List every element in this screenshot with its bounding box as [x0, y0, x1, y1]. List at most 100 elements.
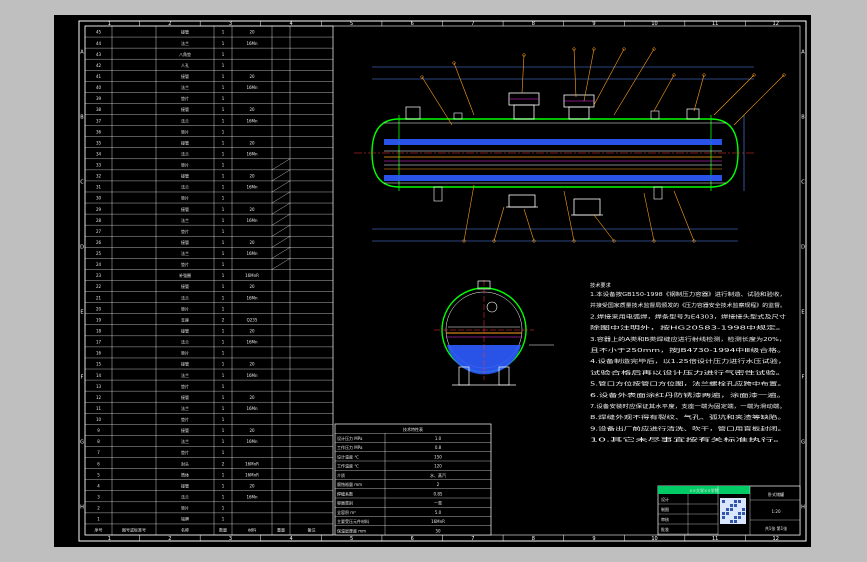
bom-cell: 1 — [222, 218, 225, 223]
bom-cell: 45 — [96, 30, 102, 35]
bom-cell: 1 — [222, 494, 225, 499]
bom-cell: 1 — [222, 41, 225, 46]
bom-cell: 22 — [96, 284, 102, 289]
spec-title: 技术特性表 — [403, 426, 423, 432]
bom-cell: 16Mn — [246, 185, 258, 190]
leader-line — [643, 192, 655, 242]
bom-cell: 20 — [249, 284, 255, 289]
bom-cell: 1 — [222, 450, 225, 455]
bom-cell: 1 — [222, 406, 225, 411]
bom-cell: 23 — [96, 273, 102, 278]
zone-col-label: 11 — [712, 21, 718, 27]
zone-row-label: A — [80, 50, 84, 56]
zone-row-label: A — [801, 50, 805, 56]
bom-cell: 20 — [249, 329, 255, 334]
bom-cell: 36 — [96, 129, 102, 134]
bom-cell: 接管 — [181, 73, 189, 79]
manhole-nozzle-2 — [563, 94, 595, 120]
zone-col-label: 12 — [773, 21, 779, 27]
bom-cell: 20 — [249, 395, 255, 400]
bom-cell: 16Mn — [246, 151, 258, 156]
zone-row-label: C — [80, 180, 84, 186]
bom-cell: 20 — [249, 74, 255, 79]
bom-cell: 28 — [96, 218, 102, 223]
bom-cell: 人孔 — [181, 62, 189, 68]
leader-line — [573, 48, 577, 98]
bom-cell: 8 — [97, 439, 100, 444]
notes-line: 试验合格后再以设计压力进行气密性试验。 — [590, 368, 786, 376]
bom-cell: 20 — [249, 207, 255, 212]
title-block-role: 审核 — [661, 516, 669, 522]
bom-cell: 接管 — [181, 361, 189, 367]
leader-line — [713, 74, 755, 116]
bom-cell: 16Mn — [246, 118, 258, 123]
bom-cell: 1 — [222, 174, 225, 179]
zone-col-label: 7 — [471, 536, 474, 542]
bom-cell: 1 — [222, 384, 225, 389]
zone-col-label: 6 — [411, 21, 414, 27]
leader-line — [653, 74, 675, 112]
bom-cell: 16Mn — [246, 251, 258, 256]
bom-cell: 20 — [249, 240, 255, 245]
bom-cell: 1 — [222, 185, 225, 190]
title-block: ××大学××学院设计制图审核批准 卧式储罐 1:20 共1张 第1张 — [657, 485, 801, 536]
bom-cell: 10 — [96, 417, 102, 422]
bom-cell: 20 — [249, 362, 255, 367]
bom-cell: 2 — [222, 317, 225, 322]
bom-cell: 补强圈 — [179, 272, 191, 278]
spec-value: 120 — [434, 464, 442, 469]
bom-cell: 30 — [96, 196, 102, 201]
bom-cell: 44 — [96, 41, 102, 46]
zone-col-label: 11 — [712, 536, 718, 542]
zone-col-label: 1 — [108, 536, 111, 542]
bom-cell: 20 — [249, 428, 255, 433]
leader-line — [673, 190, 695, 242]
bom-cell: 法兰 — [181, 339, 189, 345]
bom-header-cell: 图号或标准号 — [122, 527, 146, 533]
bom-cell: 接管 — [181, 139, 189, 145]
bom-cell: 16 — [96, 351, 102, 356]
bom-cell: 16Mn — [246, 373, 258, 378]
bom-cell: 35 — [96, 140, 102, 145]
notes-title: 技术要求 — [590, 281, 612, 289]
zone-row-label: G — [801, 440, 805, 446]
notes-line: 7.设备安装时应保证其水平度，支座一端为固定端，一端为滑动端。 — [590, 402, 786, 410]
spec-value: 5.0 — [435, 510, 442, 515]
title-block-role: 制图 — [661, 506, 669, 512]
vessel-side-section-view — [434, 280, 554, 386]
spec-value: 50 — [435, 528, 441, 533]
zone-col-label: 3 — [229, 536, 232, 542]
notes-line: 9.设备出厂前应进行清洗、吹干，管口用盲板封闭。 — [590, 424, 786, 432]
title-block-header: ××大学××学院 — [689, 487, 718, 493]
bom-cell: 16Mn — [246, 406, 258, 411]
notes-line: 并接受国家质量技术监督局颁发的《压力容器安全技术监察规程》的监督。 — [590, 301, 786, 309]
bom-cell: 支座 — [181, 316, 189, 322]
leader-line — [493, 206, 505, 242]
bom-cell: 法兰 — [181, 84, 189, 90]
bom-cell: 垫片 — [181, 261, 189, 267]
bom-cell: 16Mn — [246, 340, 258, 345]
bom-cell: 1 — [222, 428, 225, 433]
bom-cell: 接管 — [181, 328, 189, 334]
spec-value: 1.0 — [435, 436, 442, 441]
bom-cell: 43 — [96, 52, 102, 57]
leader-line — [583, 48, 595, 102]
bom-cell: 垫片 — [181, 195, 189, 201]
bom-cell: 1 — [222, 151, 225, 156]
bom-cell: 1 — [222, 74, 225, 79]
bom-cell: 20 — [249, 107, 255, 112]
bom-cell: 41 — [96, 74, 102, 79]
bom-cell: 6 — [97, 461, 100, 466]
bom-cell: 垫片 — [181, 449, 189, 455]
technical-spec-table: 技术特性表设计压力 MPa 1.0 工作压力 MPa 0.8 设计温度 ℃ 150 工作温度… — [334, 423, 492, 536]
bom-cell: 1 — [222, 517, 225, 522]
bom-cell: 1 — [222, 329, 225, 334]
bom-cell: 32 — [96, 174, 102, 179]
bom-cell: 1 — [222, 439, 225, 444]
bom-cell: 法兰 — [181, 493, 189, 499]
bom-cell: 18 — [96, 329, 102, 334]
title-block-role: 设计 — [661, 496, 669, 502]
bom-cell: 1 — [222, 30, 225, 35]
bom-cell: 9 — [97, 428, 100, 433]
bom-cell: 1 — [222, 140, 225, 145]
